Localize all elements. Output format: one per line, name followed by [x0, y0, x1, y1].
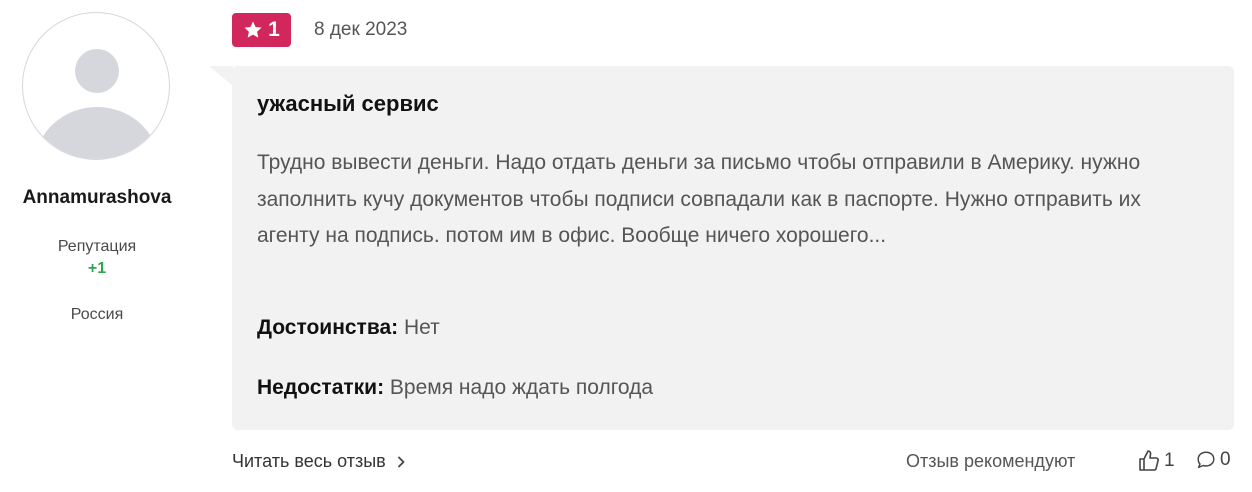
pros-label: Достоинства: — [257, 316, 399, 339]
comments-button[interactable]: 0 — [1195, 449, 1231, 471]
like-button[interactable]: 1 — [1137, 449, 1175, 473]
card-pointer — [209, 66, 233, 86]
pros-value: Нет — [404, 316, 440, 339]
recommend-label: Отзыв рекомендуют — [906, 451, 1076, 471]
review-card: ужасный сервис Трудно вывести деньги. На… — [232, 66, 1234, 430]
likes-count: 1 — [1164, 450, 1175, 471]
rating-badge: 1 — [232, 13, 291, 47]
user-avatar-placeholder-icon — [35, 49, 159, 159]
star-icon — [244, 21, 262, 38]
comments-count: 0 — [1220, 449, 1231, 470]
read-more-label: Читать весь отзыв — [232, 451, 386, 471]
chevron-right-icon — [397, 456, 405, 467]
review-date: 8 дек 2023 — [314, 19, 408, 40]
review-title[interactable]: ужасный сервис — [257, 91, 439, 117]
review-pros: Достоинства: Нет — [257, 316, 440, 340]
user-country: Россия — [70, 306, 124, 323]
review-text: Трудно вывести деньги. Надо отдать деньг… — [257, 151, 1141, 247]
reputation-value: +1 — [87, 260, 107, 277]
review-cons: Недостатки: Время надо ждать полгода — [257, 376, 653, 400]
username[interactable]: Annamurashova — [0, 187, 194, 209]
comment-icon — [1197, 451, 1215, 469]
cons-label: Недостатки: — [257, 376, 385, 399]
cons-value: Время надо ждать полгода — [389, 376, 654, 399]
avatar[interactable] — [22, 12, 170, 160]
reputation-label: Репутация — [57, 238, 137, 255]
thumbs-up-icon — [1139, 450, 1159, 471]
rating-value: 1 — [268, 18, 280, 41]
read-full-review-link[interactable]: Читать весь отзыв — [232, 451, 406, 472]
